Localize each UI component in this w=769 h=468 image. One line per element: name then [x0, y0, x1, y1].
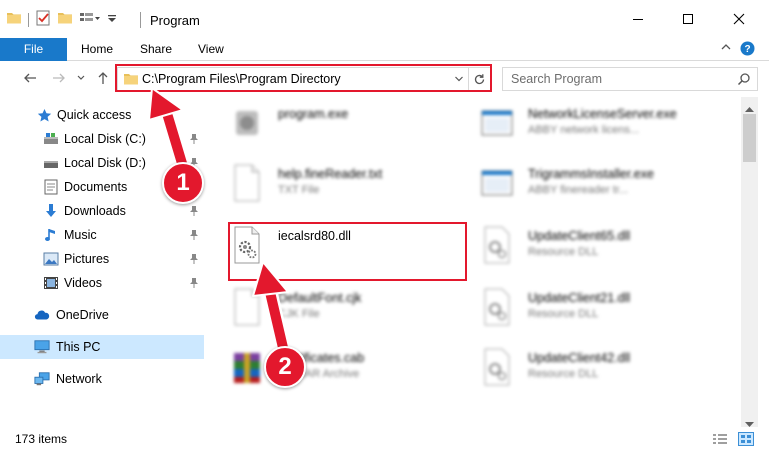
status-bar: 173 items	[0, 428, 769, 450]
details-view-icon[interactable]	[712, 433, 728, 448]
callout-badge-2: 2	[264, 346, 306, 388]
arrow-2-icon	[252, 261, 292, 360]
item-count: 173 items	[15, 432, 68, 446]
arrow-1-icon	[148, 87, 192, 178]
callout-arrows	[148, 87, 292, 360]
large-icons-view-icon[interactable]	[738, 432, 754, 449]
callout-badge-1: 1	[162, 162, 204, 204]
explorer-window: Program File Home Share View ? C:\Progra…	[0, 0, 769, 468]
